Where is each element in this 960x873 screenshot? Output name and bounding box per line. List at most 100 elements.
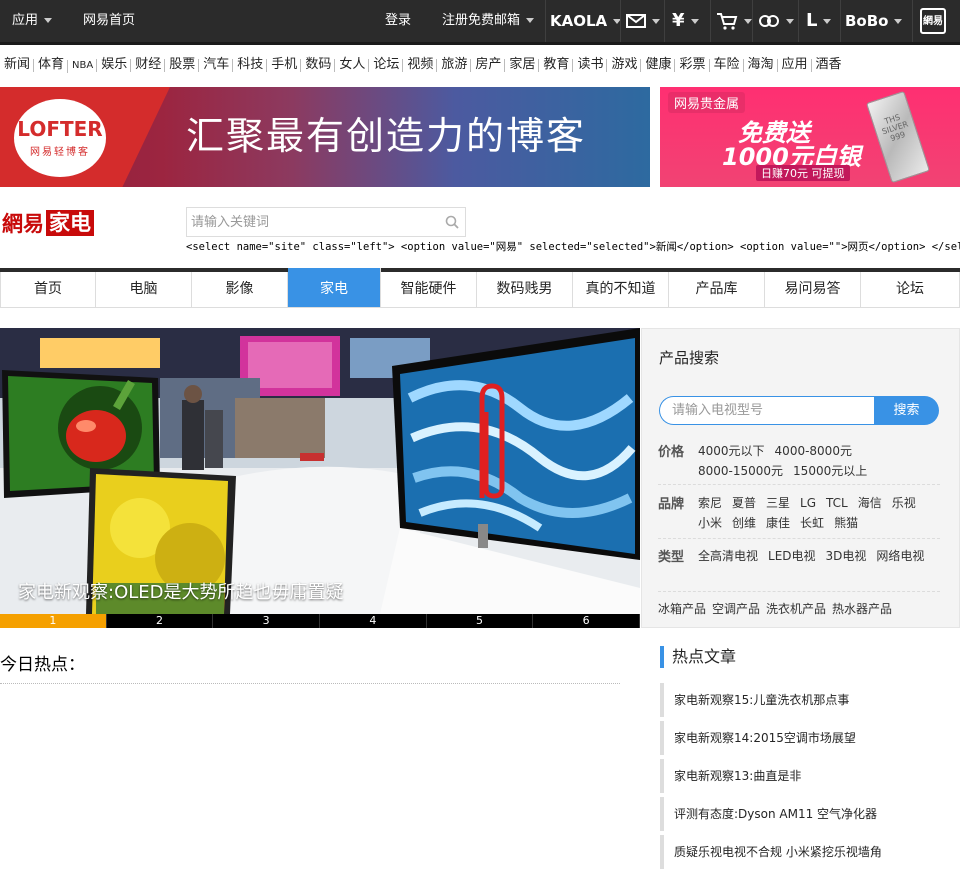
- channel-link[interactable]: 房产: [470, 50, 505, 80]
- channel-link[interactable]: 娱乐: [96, 50, 131, 80]
- channel-link[interactable]: 科技: [232, 50, 267, 80]
- slider-dot[interactable]: 2: [107, 614, 214, 628]
- filter-link[interactable]: LG: [800, 493, 816, 513]
- silver-ad-banner[interactable]: 网易贵金属 免费送 1000元白银 日赚70元 可提现 THS SILVER 9…: [660, 87, 960, 187]
- filter-link[interactable]: 3D电视: [826, 546, 867, 566]
- slider-dot[interactable]: 5: [427, 614, 534, 628]
- product-search-button[interactable]: 搜索: [874, 396, 939, 425]
- chevron-down-icon: [894, 19, 903, 24]
- channel-nav: 新闻 体育 NBA 娱乐 财经 股票 汽车 科技 手机 数码 女人 论坛 视频 旅游 房产 家居 教育 读书 游戏健…: [0, 50, 960, 80]
- nav-tab[interactable]: 论坛: [861, 272, 960, 307]
- divider: [664, 0, 665, 42]
- nav-tab[interactable]: 易问易答: [765, 272, 861, 307]
- netease-phone-icon[interactable]: 網易: [920, 8, 946, 34]
- channel-link[interactable]: 股票: [164, 50, 199, 80]
- filter-link[interactable]: 冰箱产品: [658, 599, 706, 619]
- nav-tab[interactable]: 真的不知道: [573, 272, 669, 307]
- channel-link[interactable]: 车险: [708, 50, 744, 80]
- lofter-menu[interactable]: [758, 0, 794, 42]
- channel-link[interactable]: NBA: [67, 51, 97, 80]
- nav-tab[interactable]: 智能硬件: [381, 272, 477, 307]
- channel-link[interactable]: 应用: [776, 50, 812, 80]
- slider-dot[interactable]: 4: [320, 614, 427, 628]
- channel-link[interactable]: 财经: [130, 50, 165, 80]
- filter-link[interactable]: 网络电视: [876, 546, 924, 566]
- hot-article-link[interactable]: 家电新观察13:曲直是非: [660, 759, 960, 793]
- filter-link[interactable]: TCL: [826, 493, 848, 513]
- search-input[interactable]: [191, 208, 441, 236]
- top-bar: 应用 网易首页 登录 注册免费邮箱 KAOLA ¥ L BoBo 網易: [0, 0, 960, 42]
- channel-link[interactable]: 健康: [640, 50, 675, 80]
- channel-link[interactable]: 教育: [538, 50, 573, 80]
- filter-link[interactable]: 康佳: [766, 513, 790, 533]
- filter-link[interactable]: 全高清电视: [698, 546, 758, 566]
- channel-link[interactable]: 手机: [266, 50, 301, 80]
- hot-article-link[interactable]: 家电新观察14:2015空调市场展望: [660, 721, 960, 755]
- filter-link[interactable]: 4000-8000元: [775, 441, 852, 461]
- slider-dot[interactable]: 6: [533, 614, 640, 628]
- filter-link[interactable]: LED电视: [768, 546, 816, 566]
- mail-menu[interactable]: [626, 0, 660, 42]
- channel-link[interactable]: 海淘: [742, 50, 778, 80]
- filter-link[interactable]: 熊猫: [834, 513, 858, 533]
- slider-dot[interactable]: 1: [0, 614, 107, 628]
- channel-link[interactable]: 论坛: [368, 50, 403, 80]
- slider-dot[interactable]: 3: [213, 614, 320, 628]
- site-logo[interactable]: 網易 家电: [2, 210, 94, 238]
- channel-link[interactable]: 彩票: [674, 50, 709, 80]
- filter-label: 价格: [658, 445, 685, 460]
- filter-link[interactable]: 索尼: [698, 493, 722, 513]
- channel-link[interactable]: 酒香: [810, 50, 846, 80]
- filter-link[interactable]: 洗衣机产品: [766, 599, 826, 619]
- nav-tab[interactable]: 产品库: [669, 272, 765, 307]
- channel-link[interactable]: 新闻: [0, 50, 34, 80]
- tv-model-input[interactable]: [672, 397, 872, 424]
- hot-article-link[interactable]: 评测有态度:Dyson AM11 空气净化器: [660, 797, 960, 831]
- channel-link[interactable]: 读书: [572, 50, 607, 80]
- filter-link[interactable]: 8000-15000元: [698, 461, 783, 481]
- payment-menu[interactable]: ¥: [672, 0, 699, 42]
- channel-link[interactable]: 体育: [33, 50, 68, 80]
- channel-link[interactable]: 汽车: [198, 50, 233, 80]
- logo-netease: 網易: [2, 211, 44, 236]
- filter-link[interactable]: 夏普: [732, 493, 756, 513]
- channel-link[interactable]: 家居: [504, 50, 539, 80]
- search-icon[interactable]: [445, 215, 459, 229]
- nav-tab[interactable]: 首页: [1, 272, 96, 307]
- filter-link[interactable]: 15000元以上: [793, 461, 867, 481]
- channel-link[interactable]: 数码: [300, 50, 335, 80]
- nav-tab[interactable]: 电脑: [96, 272, 192, 307]
- channel-link[interactable]: 视频: [402, 50, 437, 80]
- slide-caption[interactable]: 家电新观察:OLED是大势所趋也毋庸置疑: [18, 578, 344, 604]
- login-link[interactable]: 登录: [385, 0, 411, 42]
- filter-link[interactable]: 三星: [766, 493, 790, 513]
- filter-link[interactable]: 空调产品: [712, 599, 760, 619]
- lofter-banner[interactable]: LOFTER 网易轻博客 汇聚最有创造力的博客: [0, 87, 650, 187]
- apps-menu[interactable]: 应用: [12, 0, 53, 42]
- banner-slogan: 汇聚最有创造力的博客: [186, 114, 587, 158]
- channel-link[interactable]: 女人: [334, 50, 369, 80]
- chevron-down-icon: [786, 18, 794, 24]
- nav-tab[interactable]: 数码贱男: [477, 272, 573, 307]
- bobo-menu[interactable]: BoBo: [845, 0, 903, 42]
- home-link[interactable]: 网易首页: [83, 0, 135, 42]
- register-mail-menu[interactable]: 注册免费邮箱: [442, 0, 535, 42]
- filter-link[interactable]: 小米: [698, 513, 722, 533]
- divider: [912, 0, 913, 42]
- cart-menu[interactable]: [716, 0, 752, 42]
- hot-article-link[interactable]: 质疑乐视电视不合规 小米紧挖乐视墙角: [660, 835, 960, 869]
- filter-link[interactable]: 长虹: [800, 513, 824, 533]
- filter-link[interactable]: 热水器产品: [832, 599, 892, 619]
- hot-article-link[interactable]: 家电新观察15:儿童洗衣机那点事: [660, 683, 960, 717]
- channel-link[interactable]: 旅游: [436, 50, 471, 80]
- filter-link[interactable]: 4000元以下: [698, 441, 765, 461]
- filter-link[interactable]: 海信: [858, 493, 882, 513]
- filter-link[interactable]: 乐视: [892, 493, 916, 513]
- l-menu[interactable]: L: [806, 0, 832, 42]
- channel-link[interactable]: 游戏: [606, 50, 641, 80]
- kaola-menu[interactable]: KAOLA: [550, 0, 622, 42]
- nav-tab[interactable]: 影像: [192, 272, 288, 307]
- nav-tab[interactable]: 家电: [288, 268, 381, 307]
- focus-slider[interactable]: 家电新观察:OLED是大势所趋也毋庸置疑: [0, 328, 640, 614]
- filter-link[interactable]: 创维: [732, 513, 756, 533]
